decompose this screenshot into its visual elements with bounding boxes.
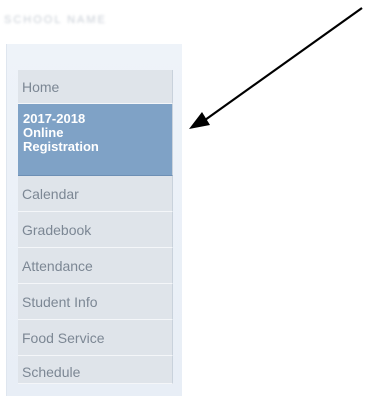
sidebar-item-attendance[interactable]: Attendance — [18, 248, 173, 284]
sidebar-item-calendar[interactable]: Calendar — [18, 176, 173, 212]
sidebar-item-online-registration[interactable]: 2017-2018 Online Registration — [18, 104, 173, 176]
sidebar-item-food-service[interactable]: Food Service — [18, 320, 173, 356]
sidebar-item-gradebook[interactable]: Gradebook — [18, 212, 173, 248]
sidebar-nav: Home 2017-2018 Online Registration Calen… — [18, 70, 173, 384]
screenshot-stage: SCHOOL NAME Home 2017-2018 Online Regist… — [0, 0, 372, 396]
sidebar-item-schedule[interactable]: Schedule — [18, 356, 173, 384]
sidebar-item-home[interactable]: Home — [18, 70, 173, 104]
blurred-header-text: SCHOOL NAME — [4, 14, 107, 26]
sidebar-item-student-info[interactable]: Student Info — [18, 284, 173, 320]
arrow-shaft — [197, 7, 363, 126]
arrow-head — [189, 112, 210, 129]
